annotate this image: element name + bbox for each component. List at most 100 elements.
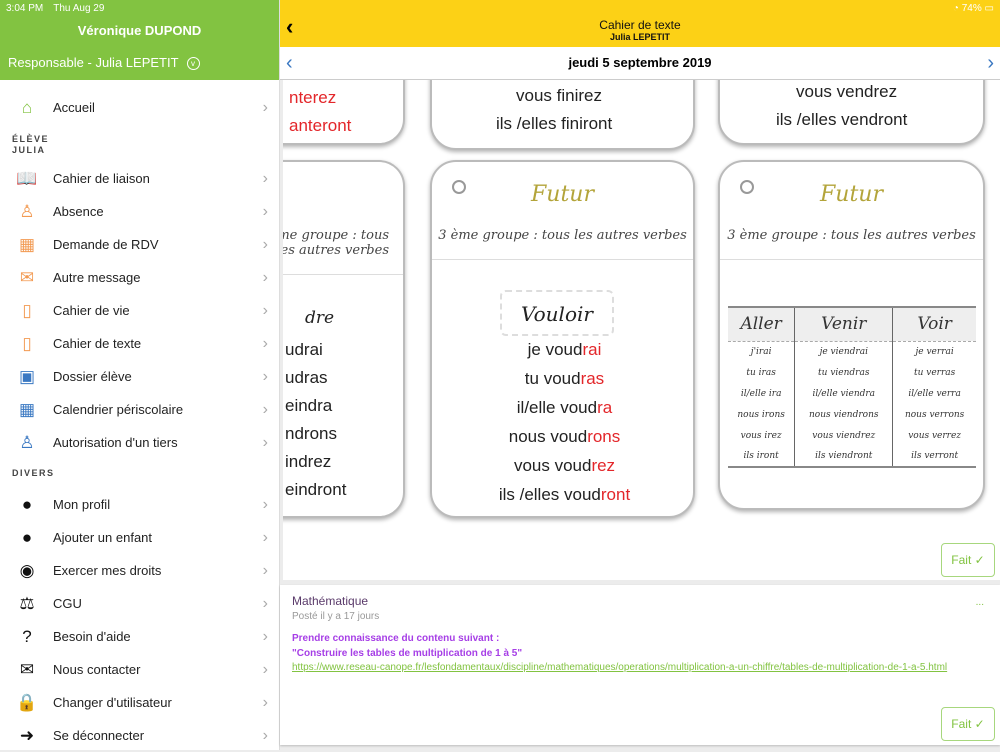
prev-day-button[interactable]: ‹: [286, 47, 293, 79]
more-options-button[interactable]: ...: [976, 597, 984, 608]
table-cell: nous viendrons: [794, 404, 893, 425]
table-cell: ils verront: [892, 446, 976, 468]
verb-stem: il/elle voud: [516, 398, 598, 417]
sidebar-item[interactable]: ▦ Demande de RDV ›: [0, 228, 280, 261]
verb-stem: ils /elles voud: [498, 485, 601, 504]
verb-line: il/elle voudra: [432, 398, 693, 418]
chevron-right-icon: ›: [262, 528, 268, 546]
scales-icon: ⚖: [19, 593, 35, 613]
verb-line: tu voudras: [432, 369, 693, 389]
person-absent-icon: ♙: [19, 201, 35, 221]
verb-line: anteront: [289, 116, 352, 135]
futur-title: Futur: [820, 182, 883, 207]
next-day-button[interactable]: ›: [987, 47, 994, 79]
table-cell: tu iras: [746, 367, 776, 378]
table-cell: il/elle viendra: [794, 383, 893, 404]
sidebar-item[interactable]: ● Ajouter un enfant ›: [0, 521, 280, 554]
table-cell: vous viendrez: [794, 425, 893, 446]
sidebar-item-label: Calendrier périscolaire: [53, 402, 184, 417]
sidebar-item-label: Changer d'utilisateur: [53, 695, 172, 710]
back-button[interactable]: ‹: [286, 14, 293, 40]
verb-line: ndrons: [285, 424, 337, 443]
user-icon: ●: [21, 494, 33, 514]
sidebar-item[interactable]: ◉ Exercer mes droits ›: [0, 554, 280, 587]
verb-line: ils /elles vendront: [776, 110, 908, 129]
verb-stem: je voud: [527, 340, 583, 359]
battery-status: ◔ 74% ▭: [952, 3, 994, 14]
done-button[interactable]: Fait ✓: [941, 543, 995, 577]
subject: Mathématique: [292, 594, 369, 608]
sidebar-item[interactable]: ? Besoin d'aide ›: [0, 620, 280, 653]
battery-level: 74%: [961, 3, 982, 14]
verb-line: vous finirez: [516, 86, 602, 105]
homework-link[interactable]: https://www.reseau-canope.fr/lesfondamen…: [292, 661, 992, 675]
card-left: 3 ème groupe : tous les autres verbes dr…: [283, 160, 405, 518]
table-cell: vous verrez: [892, 425, 976, 446]
done-button[interactable]: Fait ✓: [941, 707, 995, 741]
section-eleve: ÉLÈVE JULIA: [12, 134, 49, 156]
sidebar-item[interactable]: 📖 Cahier de liaison ›: [0, 162, 280, 195]
sidebar-item[interactable]: ▯ Cahier de texte ›: [0, 327, 280, 360]
homework-line: Prendre connaissance du contenu suivant …: [292, 633, 500, 644]
table-row: vous irez vous viendrez vous verrez: [728, 425, 976, 446]
status-time: 3:04 PM: [6, 3, 44, 14]
sidebar-item[interactable]: ▯ Cahier de vie ›: [0, 294, 280, 327]
chevron-right-icon: ›: [262, 301, 268, 319]
card-right: Futur 3 ème groupe : tous les autres ver…: [718, 160, 985, 510]
chevron-right-icon: ›: [262, 400, 268, 418]
page-subtitle: Julia LEPETIT: [609, 32, 670, 42]
person-question-icon: ♙: [19, 432, 35, 452]
sidebar-item-label: Dossier élève: [53, 369, 132, 384]
verb-line: je voudrai: [432, 340, 693, 360]
calendar-31-icon: ▦: [18, 399, 36, 419]
verb-line: udras: [285, 368, 328, 387]
sidebar-item[interactable]: ➜ Se déconnecter ›: [0, 719, 280, 752]
verb-line: ils /elles finiront: [496, 114, 613, 133]
sidebar-item[interactable]: ▦ Calendrier périscolaire ›: [0, 393, 280, 426]
attached-image[interactable]: nterez anteront vous finirez ils /elles …: [283, 80, 1000, 580]
logout-icon: ➜: [19, 725, 35, 745]
sidebar-item-accueil[interactable]: ⌂ Accueil ›: [0, 91, 280, 124]
chevron-right-icon: ›: [262, 495, 268, 513]
table-cell: vous irez: [740, 430, 782, 441]
sidebar-item[interactable]: ♙ Autorisation d'un tiers ›: [0, 426, 280, 459]
chevron-right-icon: ›: [262, 367, 268, 385]
sidebar-item[interactable]: ✉ Autre message ›: [0, 261, 280, 294]
sidebar-item-label: Autre message: [53, 270, 141, 285]
table-row: tu iras tu viendras tu verras: [728, 362, 976, 383]
calendar-add-icon: ▦: [18, 234, 36, 254]
table-cell: ils viendront: [794, 446, 893, 468]
sidebar-item[interactable]: ⚖ CGU ›: [0, 587, 280, 620]
sidebar-item[interactable]: ● Mon profil ›: [0, 488, 280, 521]
sidebar-header: 3:04 PM Thu Aug 29 Véronique DUPOND Respo…: [0, 0, 279, 80]
sidebar-item-label: Ajouter un enfant: [53, 530, 153, 545]
notepad-icon: ▯: [22, 333, 32, 353]
section-student: JULIA: [12, 145, 46, 155]
verb-column-header: Aller: [728, 306, 795, 342]
verb-ending: ront: [600, 485, 631, 504]
table-cell: j'irai: [750, 346, 772, 357]
sidebar-item[interactable]: ✉ Nous contacter ›: [0, 653, 280, 686]
sidebar-item[interactable]: 🔒 Changer d'utilisateur ›: [0, 686, 280, 719]
chevron-right-icon: ›: [262, 561, 268, 579]
chevron-right-icon: ›: [262, 693, 268, 711]
card-top-mid: vous finirez ils /elles finiront: [430, 80, 695, 150]
verb-line: nterez: [289, 88, 337, 107]
chevron-right-icon: ›: [262, 268, 268, 286]
verb-line: eindront: [285, 480, 347, 499]
chevron-right-icon: ›: [262, 660, 268, 678]
user-name: Véronique DUPOND: [77, 23, 202, 38]
verb-line: vous voudrez: [432, 456, 693, 476]
role-selector[interactable]: Responsable - Julia LEPETIT v: [8, 55, 200, 71]
sidebar-item-label: Besoin d'aide: [53, 629, 131, 644]
sidebar-item-label: CGU: [53, 596, 82, 611]
sidebar-item[interactable]: ♙ Absence ›: [0, 195, 280, 228]
sidebar-item-label: Exercer mes droits: [53, 563, 162, 578]
table-cell: je verrai: [892, 341, 976, 362]
sidebar-item[interactable]: ▣ Dossier élève ›: [0, 360, 280, 393]
role-label: Responsable - Julia LEPETIT: [8, 55, 179, 70]
sidebar-item-label: Cahier de texte: [53, 336, 142, 351]
group-label: 3 ème groupe : tous les autres verbes: [283, 228, 403, 275]
chevron-right-icon: ›: [262, 433, 268, 451]
card-top-left: nterez anteront: [283, 80, 405, 145]
